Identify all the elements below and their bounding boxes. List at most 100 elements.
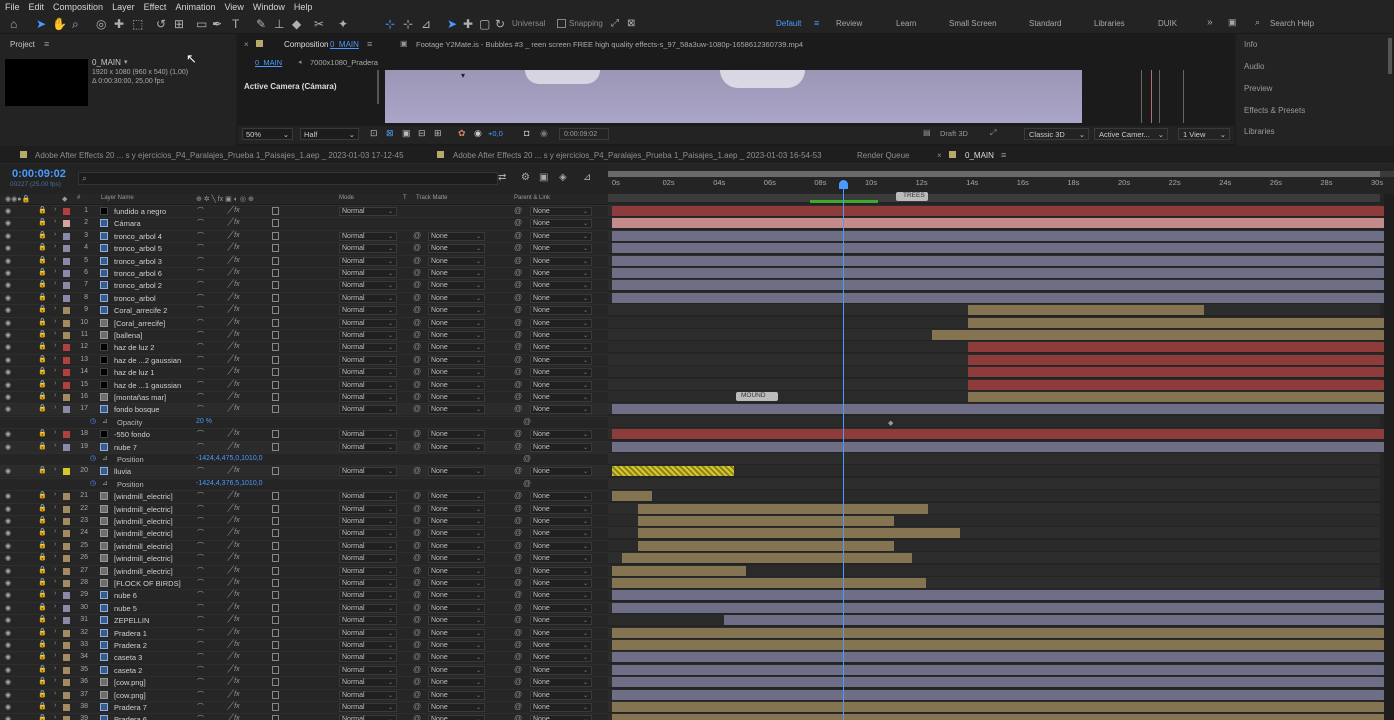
layer-duration-bar[interactable] (612, 206, 1384, 216)
tab-timeline-1[interactable]: Adobe After Effects 20 ... s y ejercicio… (35, 151, 404, 160)
track-matte-pickwhip-icon[interactable]: @ (413, 528, 421, 537)
expand-twirl-icon[interactable]: › (54, 256, 56, 263)
track-matte-pickwhip-icon[interactable]: @ (413, 318, 421, 327)
track-matte-dropdown[interactable]: None ⌄ (428, 368, 485, 378)
mask-visibility-icon[interactable]: ▣ (402, 128, 411, 139)
parent-pickwhip-icon[interactable]: @ (514, 380, 522, 389)
parent-pickwhip-icon[interactable]: @ (514, 590, 522, 599)
label-color-swatch[interactable] (63, 294, 70, 302)
label-color-swatch[interactable] (63, 629, 70, 637)
label-color-swatch[interactable] (63, 344, 70, 352)
shy-switch-icon[interactable]: ⌒ (197, 342, 204, 352)
expand-twirl-icon[interactable]: › (54, 318, 56, 325)
marker-trees[interactable]: TREES (896, 192, 928, 201)
track-matte-pickwhip-icon[interactable]: @ (413, 628, 421, 637)
track-matte-dropdown[interactable]: None ⌄ (428, 504, 485, 514)
lock-icon[interactable]: 🔒 (38, 714, 47, 720)
parent-pickwhip-icon[interactable]: @ (514, 305, 522, 314)
layer-row[interactable]: ◉ 🔒 › 15 haz de ...1 gaussian ⌒ ╱ fx Normal ⌄ @ No… (0, 378, 608, 391)
fx-switch-icon[interactable]: ╱ fx (228, 652, 240, 660)
layer-name[interactable]: Cámara (114, 219, 141, 228)
layer-row[interactable]: ◉ 🔒 › 17 fondo bosque ⌒ ╱ fx Normal ⌄ @ None ⌄ @ None… (0, 403, 608, 416)
blend-mode-dropdown[interactable]: Normal ⌄ (339, 492, 397, 502)
parent-dropdown[interactable]: None ⌄ (530, 715, 592, 720)
parent-dropdown[interactable]: None ⌄ (530, 442, 592, 452)
fx-switch-icon[interactable]: ╱ fx (228, 280, 240, 288)
3d-layer-switch[interactable] (272, 653, 279, 662)
blend-mode-dropdown[interactable]: Normal ⌄ (339, 430, 397, 440)
layer-duration-bar[interactable] (612, 664, 1384, 675)
track-matte-pickwhip-icon[interactable]: @ (413, 429, 421, 438)
label-color-swatch[interactable] (63, 493, 70, 501)
layer-row[interactable]: ◉ 🔒 › 33 Pradera 2 ⌒ ╱ fx Normal ⌄ @ None ⌄ @ None ⌄ (0, 639, 608, 651)
layer-duration-bar[interactable] (968, 342, 1384, 353)
fx-switch-icon[interactable]: ╱ fx (228, 690, 240, 698)
blend-mode-dropdown[interactable]: Normal ⌄ (339, 306, 397, 316)
expand-twirl-icon[interactable]: › (54, 355, 56, 362)
timeline-scrollbar[interactable] (1384, 194, 1394, 720)
layer-duration-bar[interactable] (932, 330, 1384, 340)
layer-row[interactable]: ◉ 🔒 › 35 caseta 2 ⌒ ╱ fx Normal ⌄ @ None ⌄ @ None ⌄ (0, 663, 608, 676)
parent-dropdown[interactable]: None ⌄ (530, 467, 592, 477)
layer-duration-bar[interactable] (612, 441, 1384, 452)
label-color-swatch[interactable] (63, 406, 70, 414)
menu-file[interactable]: File (5, 2, 20, 12)
3d-layer-switch[interactable] (272, 256, 279, 265)
track-matte-dropdown[interactable]: None ⌄ (428, 591, 485, 601)
blend-mode-dropdown[interactable]: Normal ⌄ (339, 703, 397, 712)
blend-mode-dropdown[interactable]: Normal ⌄ (339, 591, 397, 601)
parent-link-column[interactable]: Parent & Link (514, 195, 550, 201)
visibility-eye-icon[interactable]: ◉ (5, 356, 13, 364)
lock-icon[interactable]: 🔒 (38, 268, 47, 276)
fx-switch-icon[interactable]: ╱ fx (228, 603, 240, 611)
layer-duration-bar[interactable] (638, 540, 894, 551)
layer-name[interactable]: Pradera 2 (114, 641, 147, 650)
shy-switch-icon[interactable]: ⌒ (197, 628, 204, 638)
lock-icon[interactable]: 🔒 (38, 690, 47, 698)
snapshot-icon[interactable]: ◘ (524, 128, 529, 138)
parent-pickwhip-icon[interactable]: @ (514, 466, 522, 475)
expand-twirl-icon[interactable]: › (54, 615, 56, 622)
stopwatch-icon[interactable]: ◷ (90, 417, 96, 425)
fx-switch-icon[interactable]: ╱ fx (228, 590, 240, 598)
track-matte-pickwhip-icon[interactable]: @ (413, 615, 421, 624)
track-matte-pickwhip-icon[interactable]: @ (413, 553, 421, 562)
track-matte-pickwhip-icon[interactable]: @ (413, 268, 421, 277)
fx-switch-icon[interactable]: ╱ fx (228, 342, 240, 350)
track-matte-dropdown[interactable]: None ⌄ (428, 554, 485, 564)
expand-twirl-icon[interactable]: › (54, 380, 56, 387)
shy-switch-icon[interactable]: ⌒ (197, 578, 204, 588)
3d-layer-switch[interactable] (272, 207, 279, 215)
comp-timecode[interactable]: 0:00:09:02 (559, 128, 609, 140)
shy-switch-icon[interactable]: ⌒ (197, 690, 204, 700)
layer-row[interactable]: ◉ 🔒 › 21 [windmill_electric] ⌒ ╱ fx Normal ⌄ @ Non… (0, 490, 608, 502)
layer-name[interactable]: haz de ...1 gaussian (114, 381, 181, 390)
parent-dropdown[interactable]: None ⌄ (530, 269, 592, 278)
parent-pickwhip-icon[interactable]: @ (514, 355, 522, 364)
track-matte-pickwhip-icon[interactable]: @ (413, 293, 421, 302)
shy-switch-icon[interactable]: ⌒ (197, 429, 204, 439)
track-matte-pickwhip-icon[interactable]: @ (413, 504, 421, 513)
layer-name[interactable]: [ballena] (114, 331, 142, 340)
track-matte-pickwhip-icon[interactable]: @ (413, 355, 421, 364)
menu-effect[interactable]: Effect (144, 2, 167, 12)
footage-tab-label[interactable]: Footage Y2Mate.is - Bubbles #3 _ reen sc… (416, 40, 803, 49)
expand-twirl-icon[interactable]: › (54, 442, 56, 449)
snap-grid-icon[interactable]: ⊠ (627, 17, 635, 31)
expand-twirl-icon[interactable]: › (54, 652, 56, 659)
parent-pickwhip-icon[interactable]: @ (514, 603, 522, 612)
hide-shy-icon[interactable]: ▣ (539, 172, 548, 183)
track-matte-dropdown[interactable]: None ⌄ (428, 244, 485, 254)
label-color-swatch[interactable] (63, 245, 70, 253)
property-value[interactable]: -1424,4,475,0,1010,0 (196, 455, 263, 462)
lock-icon[interactable]: 🔒 (38, 330, 47, 338)
blend-mode-dropdown[interactable]: Normal ⌄ (339, 256, 397, 266)
shy-switch-icon[interactable]: ⌒ (197, 714, 204, 720)
expand-twirl-icon[interactable]: › (54, 293, 56, 300)
fx-switch-icon[interactable]: ╱ fx (228, 553, 240, 561)
layer-name[interactable]: ZEPELLIN (114, 616, 149, 625)
shy-switch-icon[interactable]: ⌒ (197, 665, 204, 675)
layer-name[interactable]: tronco_arbol (114, 294, 156, 303)
visibility-eye-icon[interactable]: ◉ (5, 257, 13, 265)
visibility-eye-icon[interactable]: ◉ (5, 368, 13, 376)
